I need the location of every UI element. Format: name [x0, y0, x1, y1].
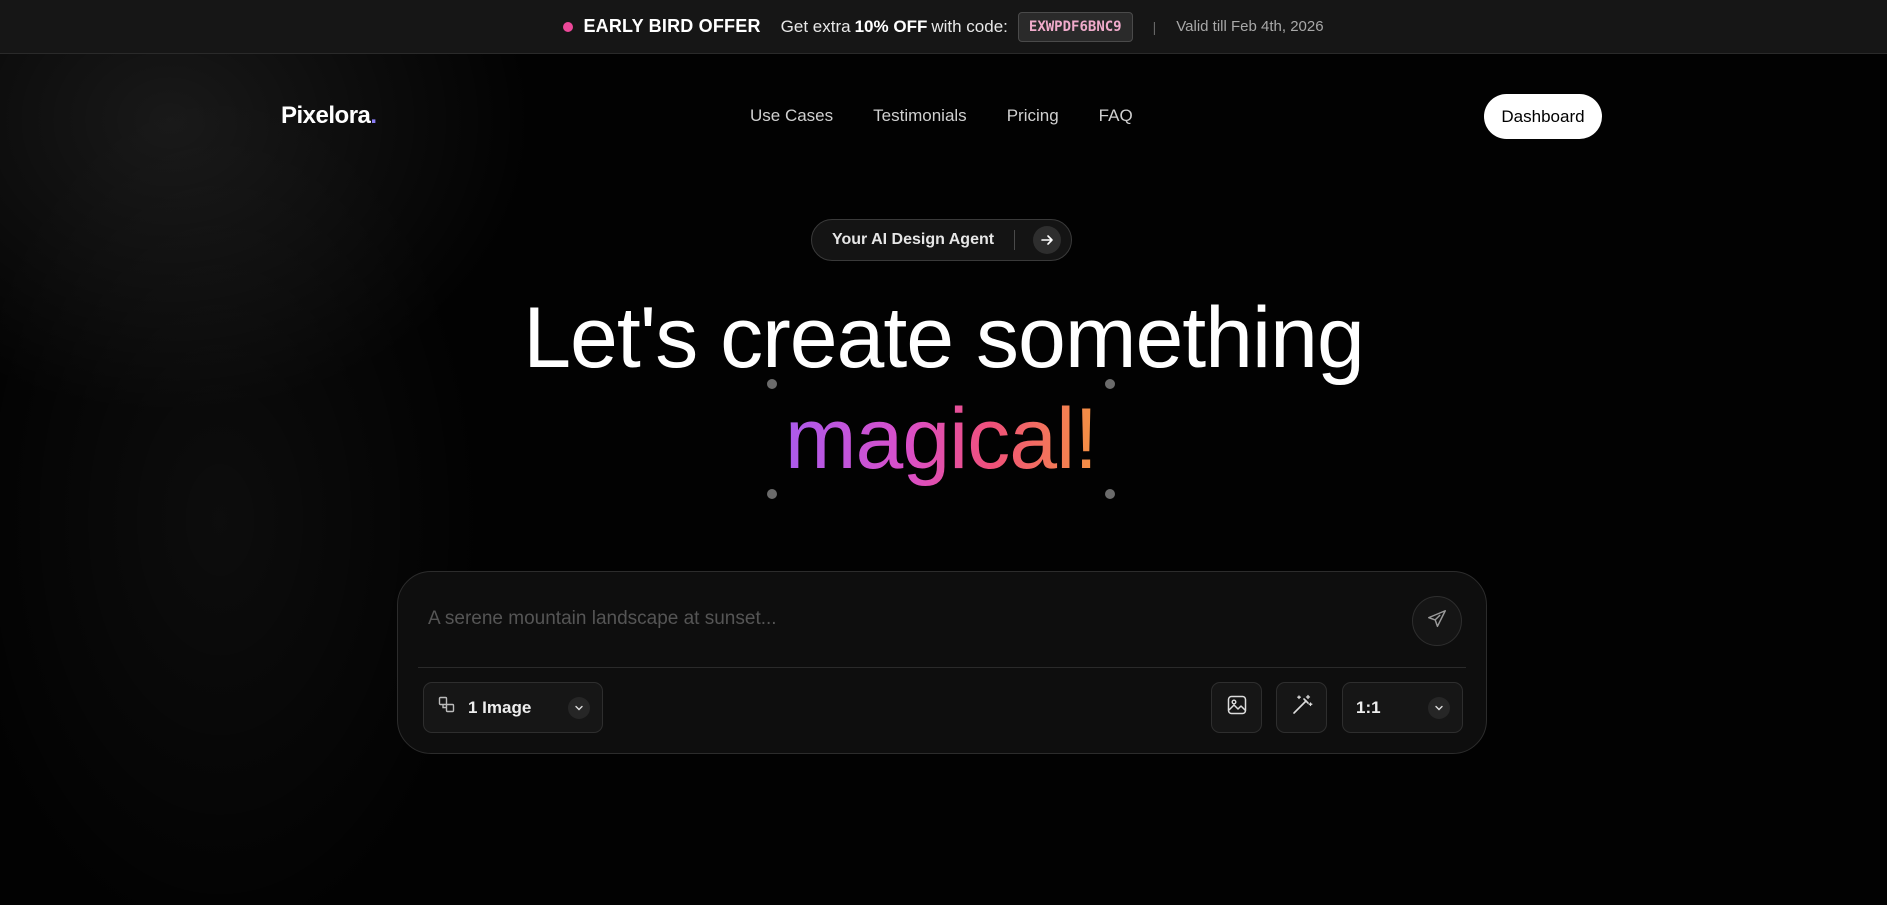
- hero-highlight-word: magical!: [772, 384, 1110, 494]
- ai-agent-pill[interactable]: Your AI Design Agent: [811, 219, 1072, 261]
- offer-discount: 10% OFF: [854, 16, 928, 36]
- selection-handle: [1105, 489, 1115, 499]
- pill-divider: [1014, 230, 1016, 250]
- send-button[interactable]: [1412, 596, 1462, 646]
- nav-link-testimonials[interactable]: Testimonials: [873, 106, 967, 126]
- prompt-input[interactable]: [428, 604, 1388, 634]
- page: EARLY BIRD OFFER Get extra 10% OFF with …: [0, 0, 1887, 905]
- nav-link-use-cases[interactable]: Use Cases: [750, 106, 833, 126]
- nav-link-pricing[interactable]: Pricing: [1007, 106, 1059, 126]
- promo-code[interactable]: EXWPDF6BNC9: [1017, 11, 1133, 42]
- upload-image-button[interactable]: [1211, 682, 1262, 733]
- image-count-select[interactable]: 1 Image: [423, 682, 603, 733]
- logo-text: Pixelora: [281, 102, 371, 129]
- logo-dot: .: [370, 102, 377, 129]
- arrow-right-icon[interactable]: [1033, 226, 1062, 254]
- prompt-card: 1 Image 1:1: [397, 571, 1487, 754]
- aspect-ratio-select[interactable]: 1:1: [1342, 682, 1463, 733]
- promo-banner: EARLY BIRD OFFER Get extra 10% OFF with …: [0, 0, 1887, 54]
- highlight-selection-box: magical!: [767, 379, 1115, 499]
- hero-headline: Let's create something: [523, 290, 1365, 386]
- main-nav: Use Cases Testimonials Pricing FAQ: [750, 106, 1133, 126]
- layers-icon: [438, 696, 456, 719]
- logo[interactable]: Pixelora.: [281, 102, 377, 130]
- enhance-prompt-button[interactable]: [1276, 682, 1327, 733]
- image-count-label: 1 Image: [468, 697, 532, 717]
- offer-validity: Valid till Feb 4th, 2026: [1176, 18, 1324, 35]
- offer-text-post: with code:: [931, 16, 1008, 36]
- dashboard-button[interactable]: Dashboard: [1484, 94, 1602, 139]
- card-divider: [418, 667, 1466, 668]
- chevron-down-icon: [568, 697, 590, 719]
- offer-dot: [563, 21, 574, 32]
- nav-link-faq[interactable]: FAQ: [1099, 106, 1133, 126]
- selection-handle: [767, 379, 777, 389]
- selection-handle: [1105, 379, 1115, 389]
- aspect-ratio-label: 1:1: [1356, 697, 1381, 717]
- chevron-down-icon: [1428, 697, 1450, 719]
- pill-label: Your AI Design Agent: [832, 231, 995, 248]
- banner-separator: |: [1152, 18, 1157, 35]
- offer-text-pre: Get extra: [780, 16, 851, 36]
- image-icon: [1226, 694, 1248, 721]
- offer-label: EARLY BIRD OFFER: [583, 16, 761, 36]
- magic-wand-icon: [1291, 694, 1313, 721]
- send-icon: [1426, 608, 1448, 635]
- selection-handle: [767, 489, 777, 499]
